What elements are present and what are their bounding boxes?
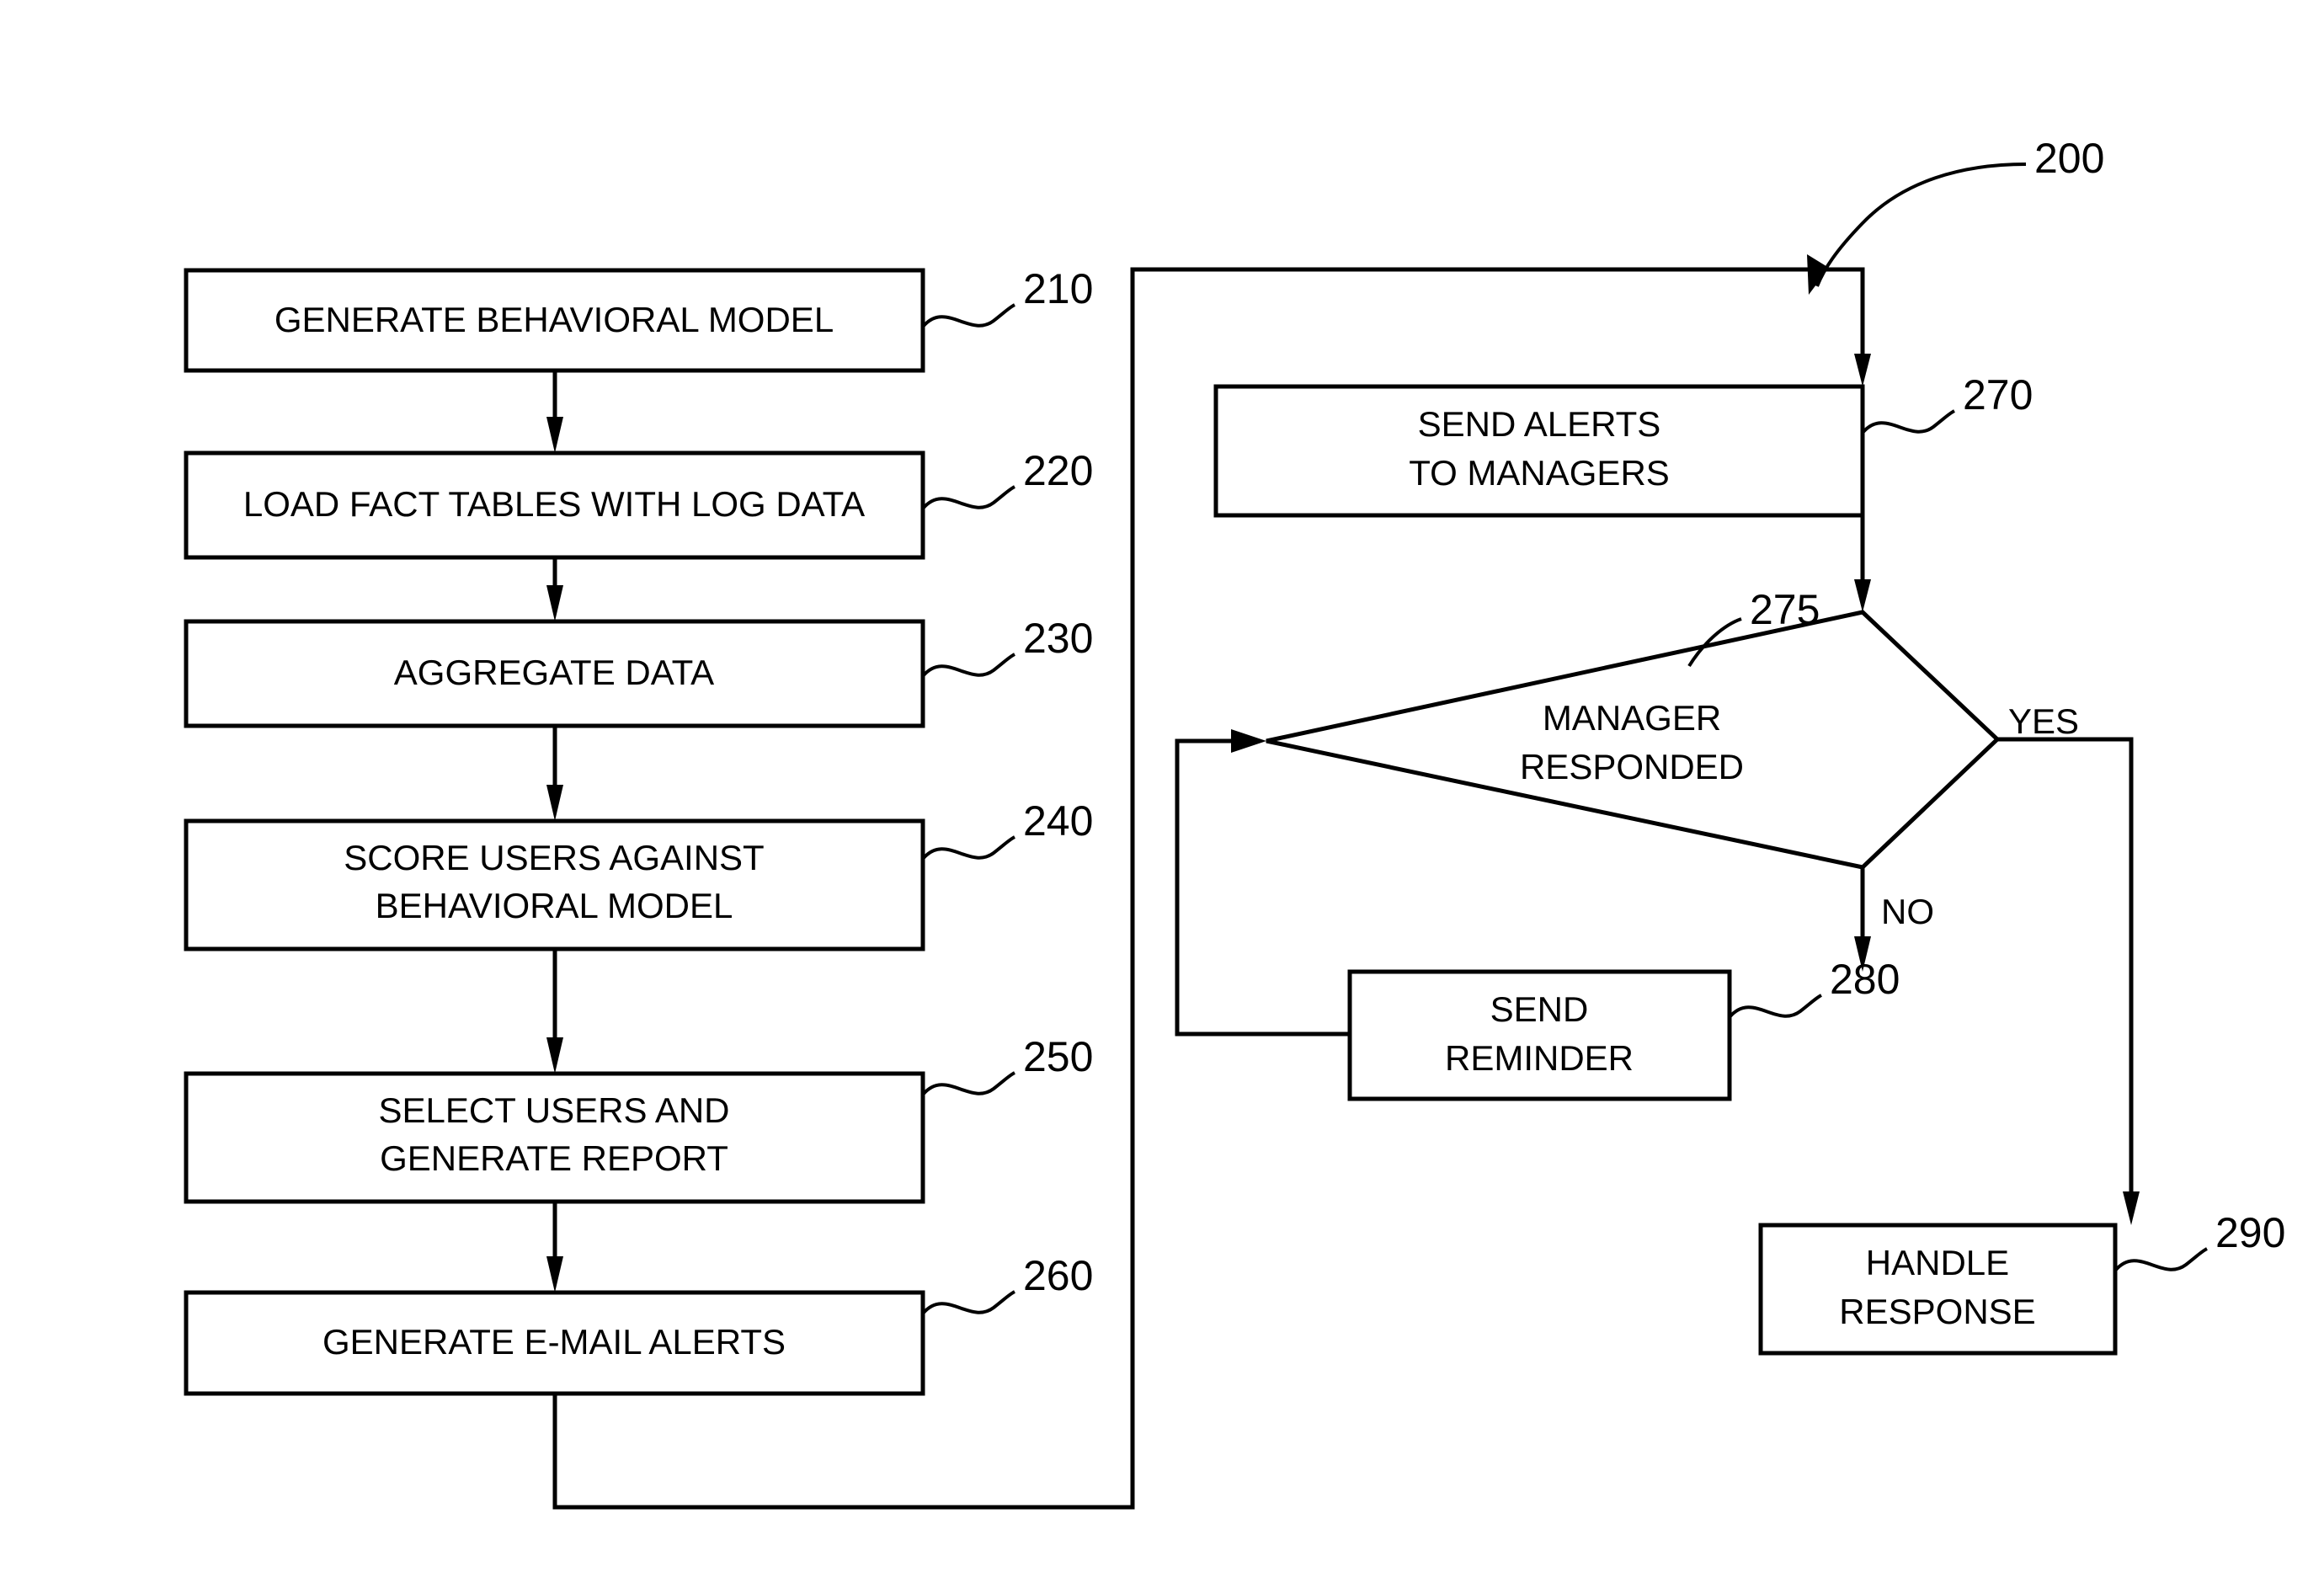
node-270-label-line1: SEND ALERTS — [1418, 404, 1661, 444]
edge-label-no: NO — [1881, 892, 1934, 931]
ref-number-230: 230 — [1023, 615, 1093, 662]
connector-240-to-250 — [546, 949, 563, 1074]
node-275: MANAGER RESPONDED — [1266, 610, 2001, 870]
flowchart-figure: GENERATE BEHAVIORAL MODEL 210 LOAD FACT … — [0, 0, 2324, 1583]
leader-280: 280 — [1728, 956, 1900, 1019]
leader-270: 270 — [1861, 371, 2033, 434]
node-290-label-line2: RESPONSE — [1839, 1292, 2035, 1331]
figure-ref-number: 200 — [2034, 135, 2104, 182]
node-280-label-line2: REMINDER — [1445, 1038, 1634, 1078]
ref-number-280: 280 — [1830, 956, 1900, 1003]
ref-number-220: 220 — [1023, 447, 1093, 494]
node-275-label-line2: RESPONDED — [1520, 747, 1744, 786]
node-250: SELECT USERS AND GENERATE REPORT — [184, 1071, 925, 1204]
node-275-label-line1: MANAGER — [1543, 698, 1721, 738]
node-220-label-line1: LOAD FACT TABLES WITH LOG DATA — [243, 484, 865, 524]
connector-270-to-275 — [1854, 515, 1871, 612]
node-240-label-line2: BEHAVIORAL MODEL — [376, 886, 733, 925]
edge-label-yes: YES — [2008, 701, 2079, 741]
ref-number-210: 210 — [1023, 265, 1093, 312]
connector-210-to-220 — [546, 370, 563, 453]
connector-220-to-230 — [546, 557, 563, 621]
node-270: SEND ALERTS TO MANAGERS — [1213, 384, 1865, 518]
ref-number-275: 275 — [1750, 586, 1820, 633]
connector-230-to-240 — [546, 726, 563, 821]
flowchart-canvas: GENERATE BEHAVIORAL MODEL 210 LOAD FACT … — [184, 135, 2285, 1510]
node-220: LOAD FACT TABLES WITH LOG DATA — [184, 450, 925, 560]
connector-275-yes-to-290 — [1997, 737, 2140, 1225]
node-230-label-line1: AGGREGATE DATA — [394, 653, 714, 692]
node-250-label-line2: GENERATE REPORT — [380, 1138, 728, 1178]
node-210: GENERATE BEHAVIORAL MODEL — [184, 268, 925, 373]
leader-230: 230 — [921, 615, 1093, 678]
ref-number-270: 270 — [1963, 371, 2033, 418]
node-210-label-line1: GENERATE BEHAVIORAL MODEL — [275, 300, 834, 339]
decision-diamond-275 — [1266, 610, 2001, 870]
ref-number-290: 290 — [2215, 1209, 2285, 1256]
node-230: AGGREGATE DATA — [184, 619, 925, 728]
node-240-label-line1: SCORE USERS AGAINST — [344, 838, 764, 877]
node-280-label-line1: SEND — [1490, 989, 1589, 1029]
node-250-label-line1: SELECT USERS AND — [378, 1090, 729, 1130]
leader-220: 220 — [921, 447, 1093, 510]
leader-210: 210 — [921, 265, 1093, 328]
ref-number-250: 250 — [1023, 1033, 1093, 1080]
node-280: SEND REMINDER — [1347, 969, 1732, 1101]
node-240: SCORE USERS AGAINST BEHAVIORAL MODEL — [184, 818, 925, 951]
node-260: GENERATE E-MAIL ALERTS — [184, 1290, 925, 1396]
ref-number-260: 260 — [1023, 1252, 1093, 1299]
node-290: HANDLE RESPONSE — [1758, 1223, 2118, 1356]
node-260-label-line1: GENERATE E-MAIL ALERTS — [322, 1322, 786, 1362]
node-290-label-line1: HANDLE — [1866, 1243, 2009, 1282]
node-270-label-line2: TO MANAGERS — [1409, 453, 1670, 493]
leader-240: 240 — [921, 797, 1093, 861]
leader-260: 260 — [921, 1252, 1093, 1315]
ref-number-240: 240 — [1023, 797, 1093, 845]
leader-250: 250 — [921, 1033, 1093, 1096]
connector-250-to-260 — [546, 1202, 563, 1293]
leader-290: 290 — [2113, 1209, 2285, 1272]
connector-280-back-to-275 — [1175, 729, 1350, 1037]
